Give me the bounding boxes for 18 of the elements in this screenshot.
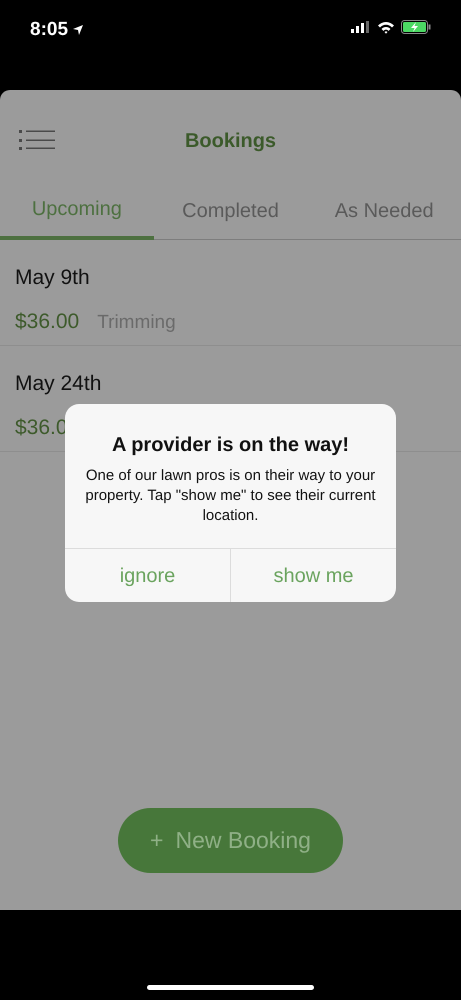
header-title: Bookings: [184, 129, 276, 154]
alert-button[interactable]: show me: [230, 549, 396, 602]
alert-button[interactable]: ignore: [65, 549, 230, 602]
battery-charging-icon: [401, 20, 431, 34]
tab[interactable]: As Needed: [307, 190, 461, 239]
wifi-icon: [377, 20, 395, 34]
booking-price: $36.00: [15, 308, 80, 334]
tab[interactable]: Upcoming: [0, 190, 154, 240]
signal-icon: [351, 21, 371, 33]
menu-icon[interactable]: [18, 128, 55, 152]
plus-icon: +: [150, 823, 164, 858]
new-booking-button[interactable]: + New Booking: [118, 808, 343, 873]
booking-date: May 24th: [15, 371, 102, 397]
location-arrow-icon: [72, 24, 84, 36]
booking-date: May 9th: [15, 265, 91, 291]
alert-message: One of our lawn pros is on their way to your property. Tap "show me" to see their current location.: [84, 466, 377, 526]
status-time: 8:05: [30, 18, 68, 42]
tab[interactable]: Completed: [154, 190, 308, 239]
